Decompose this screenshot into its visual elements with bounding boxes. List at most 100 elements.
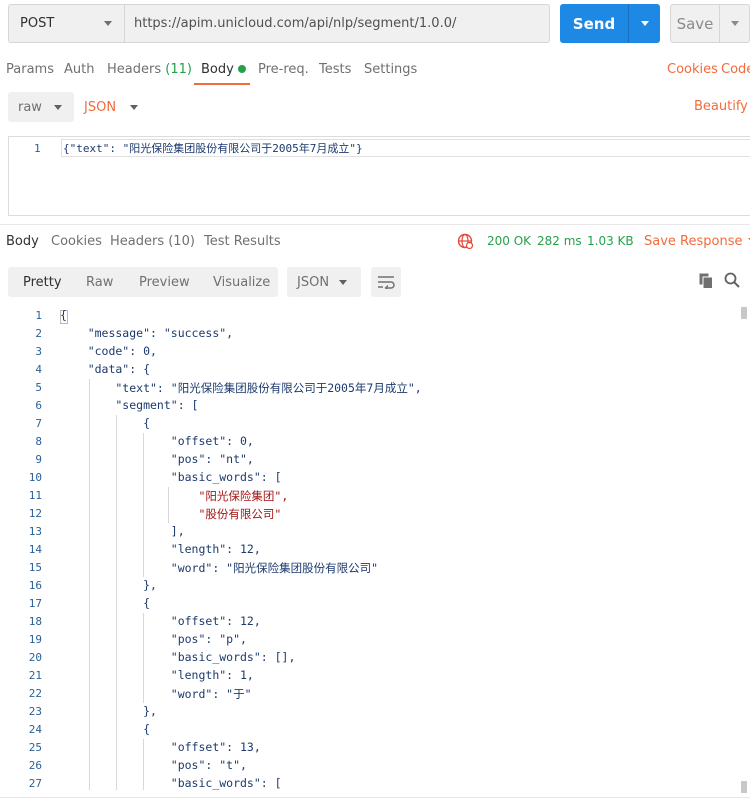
response-size: 1.03 KB (587, 234, 634, 248)
wrap-lines-icon (378, 276, 395, 289)
code-line: 3 "code": 0, (0, 343, 740, 361)
line-number: 25 (28, 741, 42, 754)
save-button[interactable]: Save (670, 4, 750, 43)
view-pretty[interactable]: Pretty (23, 275, 62, 290)
request-body-code[interactable]: {"text": "阳光保险集团股份有限公司于2005年7月成立"} (63, 140, 363, 156)
line-number: 15 (28, 561, 42, 574)
code-line: 27 "basic_words": [ (0, 775, 740, 790)
code-line: 25 "offset": 13, (0, 739, 740, 757)
view-raw[interactable]: Raw (86, 275, 113, 290)
code-text: "pos": "nt", (60, 452, 254, 466)
code-text: "offset": 0, (60, 434, 254, 448)
body-language-label: JSON (84, 99, 117, 115)
url-input[interactable]: https://apim.unicloud.com/api/nlp/segmen… (124, 4, 550, 43)
line-number: 20 (28, 651, 42, 664)
section-divider (0, 224, 750, 225)
tab-body[interactable]: Body (201, 62, 246, 77)
code-text: "pos": "t", (60, 758, 247, 772)
method-label: POST (20, 16, 55, 31)
globe-icon[interactable] (457, 233, 473, 249)
line-number: 11 (28, 489, 42, 502)
code-link[interactable]: Code (721, 62, 750, 77)
code-text: }, (60, 704, 157, 718)
active-tab-underline (194, 83, 250, 85)
chevron-down-icon (54, 105, 62, 110)
scrollbar-down-arrow[interactable] (741, 781, 747, 793)
code-text: { (60, 416, 151, 430)
line-number: 1 (35, 309, 42, 322)
line-number: 14 (28, 543, 42, 556)
send-button[interactable]: Send (560, 4, 660, 43)
scrollbar-up-arrow[interactable] (741, 307, 747, 319)
line-number: 17 (28, 597, 42, 610)
body-mode-select[interactable]: raw (8, 92, 74, 122)
save-response-label: Save Response (644, 234, 743, 249)
cookies-link[interactable]: Cookies (667, 62, 718, 77)
code-text: "segment": [ (60, 398, 199, 412)
save-label: Save (676, 14, 714, 33)
code-text: "basic_words": [ (60, 776, 282, 790)
tab-body-label: Body (201, 62, 234, 77)
tab-headers[interactable]: Headers (11) (107, 62, 192, 77)
response-tab-test-results[interactable]: Test Results (204, 234, 281, 249)
save-response-button[interactable]: Save Response (644, 234, 750, 249)
line-number: 10 (28, 471, 42, 484)
code-line: 5 "text": "阳光保险集团股份有限公司于2005年7月成立", (0, 379, 740, 397)
tab-tests[interactable]: Tests (319, 62, 351, 77)
response-tab-headers[interactable]: Headers (10) (110, 234, 195, 249)
chevron-down-icon (339, 280, 347, 285)
view-preview[interactable]: Preview (139, 275, 190, 290)
response-body-viewer[interactable]: 1{2 "message": "success", 3 "code": 0, 4 "… (0, 307, 740, 790)
copy-icon[interactable] (699, 273, 713, 289)
response-format-select[interactable]: JSON (287, 267, 361, 297)
code-text: ], (60, 524, 185, 538)
beautify-link[interactable]: Beautify (694, 99, 748, 114)
response-time: 282 ms (537, 234, 582, 248)
wrap-lines-button[interactable] (371, 267, 401, 297)
code-text: "message": "success", (60, 326, 234, 340)
code-line: 26 "pos": "t", (0, 757, 740, 775)
tab-headers-label: Headers (107, 62, 162, 77)
code-text: "length": 12, (60, 542, 261, 556)
body-language-select[interactable]: JSON (84, 92, 139, 122)
code-line: 21 "length": 1, (0, 667, 740, 685)
code-line: 11 "阳光保险集团", (0, 487, 740, 505)
code-line: 7 { (0, 415, 740, 433)
body-mode-label: raw (18, 99, 42, 115)
code-text: { (60, 308, 67, 322)
code-text: "length": 1, (60, 668, 254, 682)
method-select[interactable]: POST (8, 4, 124, 43)
save-options-button[interactable] (720, 21, 749, 26)
line-number: 1 (34, 142, 41, 155)
send-options-button[interactable] (629, 21, 660, 26)
line-number: 24 (28, 723, 42, 736)
code-text: "data": { (60, 362, 151, 376)
code-line: 17 { (0, 595, 740, 613)
code-line: 6 "segment": [ (0, 397, 740, 415)
request-body-editor[interactable]: 1 {"text": "阳光保险集团股份有限公司于2005年7月成立"} (8, 136, 750, 216)
tab-prereq[interactable]: Pre-req. (258, 62, 309, 77)
vertical-scrollbar[interactable] (741, 307, 747, 793)
tab-auth[interactable]: Auth (64, 62, 94, 77)
search-icon[interactable] (724, 272, 740, 288)
code-text: "offset": 12, (60, 614, 261, 628)
tab-settings[interactable]: Settings (364, 62, 417, 77)
code-text: "股份有限公司" (60, 507, 282, 521)
line-number: 5 (35, 381, 42, 394)
code-line: 8 "offset": 0, (0, 433, 740, 451)
line-number: 18 (28, 615, 42, 628)
status-code: 200 OK (487, 234, 532, 248)
code-line: 1{ (0, 307, 740, 325)
send-label: Send (572, 14, 616, 33)
request-tabs: Params Auth Headers (11) Body Pre-req. T… (0, 56, 750, 86)
tab-params[interactable]: Params (6, 62, 54, 77)
line-number: 3 (35, 345, 42, 358)
response-tab-body[interactable]: Body (6, 234, 39, 249)
line-number: 2 (35, 327, 42, 340)
response-tab-cookies[interactable]: Cookies (51, 234, 102, 249)
chevron-down-icon (104, 21, 112, 26)
line-number: 7 (35, 417, 42, 430)
code-line: 19 "pos": "p", (0, 631, 740, 649)
body-modified-dot (237, 65, 246, 73)
view-visualize[interactable]: Visualize (213, 275, 270, 290)
